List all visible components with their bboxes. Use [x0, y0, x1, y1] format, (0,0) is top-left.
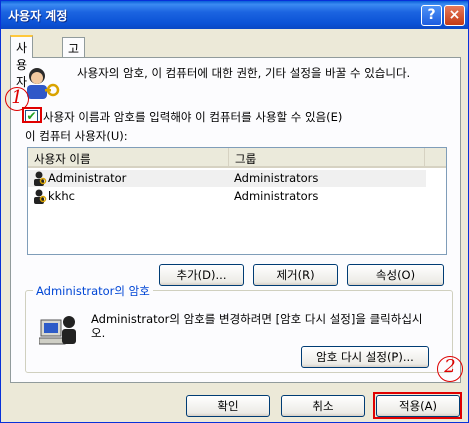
- password-group-title: Administrator의 암호: [33, 283, 153, 299]
- add-button[interactable]: 추가(D)...: [159, 264, 244, 286]
- table-row[interactable]: kkhc Administrators: [28, 188, 426, 205]
- require-login-label[interactable]: 사용자 이름과 암호를 입력해야 이 컴퓨터를 사용할 수 있음(E): [43, 109, 342, 125]
- help-button[interactable]: ?: [421, 5, 442, 26]
- title-bar[interactable]: 사용자 계정 ? ×: [1, 1, 468, 29]
- column-header-username[interactable]: 사용자 이름: [28, 148, 228, 168]
- annotation-highlight-checkbox: [22, 107, 42, 123]
- tab-users[interactable]: 사용자: [10, 35, 34, 89]
- users-keys-icon: [27, 68, 60, 99]
- user-name: kkhc: [48, 189, 75, 203]
- password-instructions: Administrator의 암호를 변경하려면 [암호 다시 설정]을 클릭하…: [91, 312, 423, 340]
- ok-button[interactable]: 확인: [186, 395, 270, 417]
- user-name: Administrator: [48, 171, 127, 185]
- cancel-button[interactable]: 취소: [281, 395, 365, 417]
- annotation-step-2: 2: [437, 356, 463, 382]
- tab-advanced[interactable]: 고급: [62, 37, 86, 73]
- properties-button[interactable]: 속성(O): [347, 264, 444, 286]
- computer-user-icon: [39, 316, 76, 345]
- column-header-group[interactable]: 그룹: [228, 148, 424, 168]
- user-group: Administrators: [234, 189, 319, 203]
- user-icon: [34, 189, 47, 204]
- users-list-label: 이 컴퓨터 사용자(U):: [25, 129, 128, 143]
- user-icon: [34, 171, 47, 186]
- users-tab-panel: 사용자의 암호, 이 컴퓨터에 대한 권한, 기타 설정을 바꿀 수 있습니다.…: [10, 57, 461, 383]
- user-group: Administrators: [234, 171, 319, 185]
- annotation-highlight-apply: [373, 392, 462, 419]
- column-header-filler: [424, 148, 446, 168]
- remove-button[interactable]: 제거(R): [253, 264, 338, 286]
- window-title: 사용자 계정: [8, 9, 68, 23]
- close-button[interactable]: ×: [444, 5, 465, 26]
- description-text: 사용자의 암호, 이 컴퓨터에 대한 권한, 기타 설정을 바꿀 수 있습니다.: [77, 66, 411, 80]
- user-accounts-window: 사용자 계정 ? × 사용자 고급 사용자의 암호, 이 컴퓨터에 대한 권한,…: [0, 0, 469, 423]
- table-row[interactable]: Administrator Administrators: [28, 170, 426, 187]
- reset-password-button[interactable]: 암호 다시 설정(P)...: [301, 346, 429, 368]
- users-list[interactable]: 사용자 이름 그룹 Administrator Administrators k…: [27, 147, 447, 255]
